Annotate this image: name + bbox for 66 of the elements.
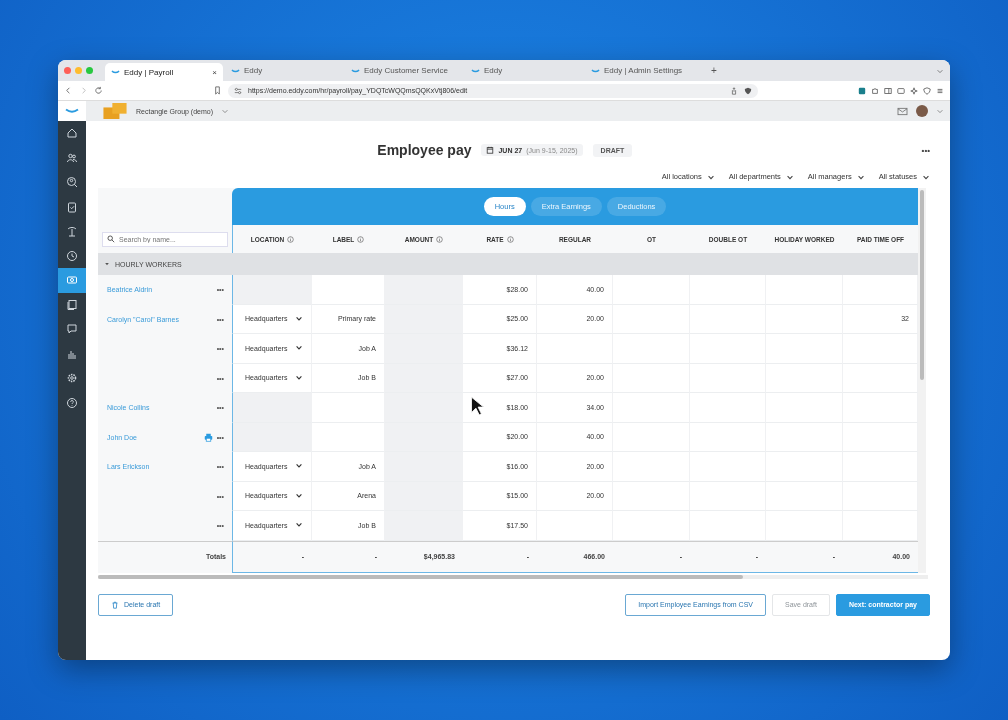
clipboard-icon [66,200,78,213]
extension-icon[interactable] [858,86,866,95]
site-settings-icon [234,86,242,95]
home-icon [66,127,78,140]
sidebar-icon[interactable] [884,86,892,95]
zoom-window-button[interactable] [86,67,93,74]
more-button[interactable]: ••• [921,145,930,155]
scrollbar[interactable] [98,574,928,579]
table-cell[interactable] [613,511,690,541]
bookmark-icon[interactable] [213,86,222,95]
mail-icon[interactable] [897,106,908,116]
calendar-icon [486,146,495,154]
money-icon [66,274,78,287]
table-cell[interactable] [843,275,918,305]
eddy-logo-icon [231,68,240,73]
forward-icon[interactable] [79,86,88,95]
close-tab-button[interactable]: × [212,67,217,77]
trash-icon [111,600,119,609]
table-cell[interactable] [766,511,843,541]
documents-icon [66,298,78,311]
search-icon [107,235,115,243]
person-search-icon [66,176,78,189]
eddy-logo-icon [351,68,360,73]
back-icon[interactable] [64,86,73,95]
eddy-logo-icon [64,108,80,114]
menu-icon[interactable] [936,86,944,95]
page-title: Employee pay [377,142,472,158]
chevron-down-icon [295,314,303,323]
eddy-logo-icon [591,68,600,73]
table-cell[interactable] [537,511,613,541]
chevron-down-icon [295,373,303,382]
sparkle-icon[interactable] [910,86,918,95]
avatar[interactable] [916,105,928,117]
browser-tab[interactable]: Eddy [225,62,343,79]
caret-icon[interactable] [104,261,110,267]
browser-tab[interactable]: Eddy [465,62,583,79]
table-cell[interactable] [843,511,918,541]
reload-icon[interactable] [94,86,103,95]
close-window-button[interactable] [64,67,71,74]
table-cell[interactable] [312,275,385,305]
chevron-down-icon[interactable] [221,107,230,115]
eddy-logo-icon [471,68,480,73]
people-icon [66,151,78,164]
browser-tab[interactable]: Eddy | Admin Settings [585,62,703,79]
browser-tab[interactable]: Eddy | Payroll × [105,63,223,81]
settings-icon [66,372,78,385]
shield-icon[interactable] [744,86,752,95]
table-cell[interactable] [690,511,766,541]
chevron-down-icon [295,491,303,500]
share-icon[interactable] [730,86,738,95]
chevron-down-icon[interactable] [936,107,944,115]
clock-icon [66,249,78,262]
help-icon [66,396,78,409]
shield-icon[interactable] [923,86,931,95]
minimize-window-button[interactable] [75,67,82,74]
printer-icon[interactable] [203,432,213,442]
mouse-cursor-icon [470,396,484,416]
scrollbar[interactable] [918,188,926,573]
table-cell[interactable] [766,275,843,305]
table-cell[interactable] [613,275,690,305]
browser-tab[interactable]: Eddy Customer Service [345,62,463,79]
eddy-logo-icon [111,70,120,74]
chat-icon [66,323,78,336]
org-logo-icon [102,103,128,119]
new-tab-button[interactable]: + [711,65,717,76]
table-cell[interactable] [690,275,766,305]
